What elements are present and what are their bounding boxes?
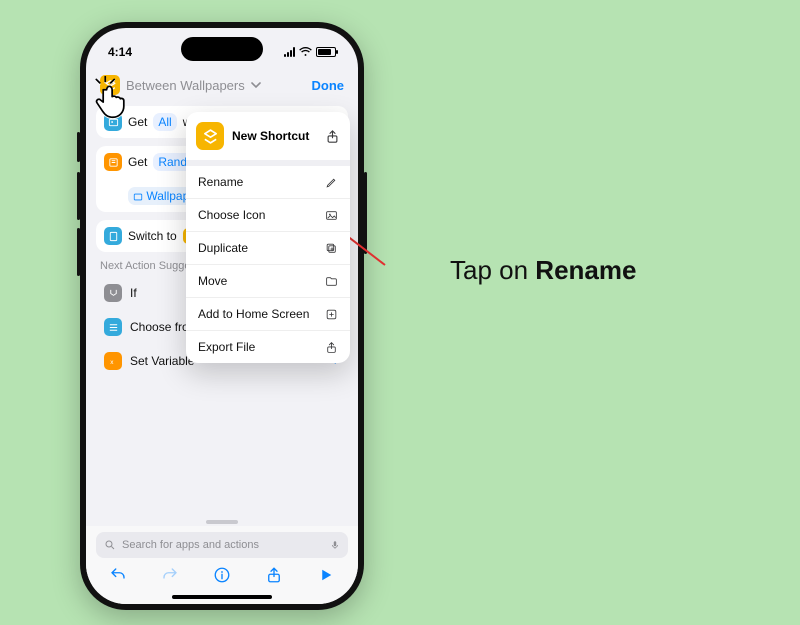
volume-up-button — [77, 172, 80, 220]
wifi-icon — [299, 47, 312, 57]
context-menu-header: New Shortcut — [186, 112, 350, 160]
pencil-icon — [325, 176, 338, 189]
context-menu-label: Move — [198, 274, 227, 288]
status-time: 4:14 — [108, 45, 132, 59]
context-menu-label: Rename — [198, 175, 243, 189]
annotation-target: Rename — [535, 255, 636, 285]
folder-icon — [325, 275, 338, 288]
add-home-icon — [325, 308, 338, 321]
dynamic-island — [181, 37, 263, 61]
annotation-prefix: Tap on — [450, 255, 535, 285]
context-menu-item-choose-icon[interactable]: Choose Icon — [186, 198, 350, 231]
volume-down-button — [77, 228, 80, 276]
power-button — [364, 172, 367, 254]
context-menu-item-duplicate[interactable]: Duplicate — [186, 231, 350, 264]
tap-gesture-icon — [86, 76, 130, 120]
annotation-text: Tap on Rename — [450, 255, 636, 286]
image-icon — [325, 209, 338, 222]
cellular-signal-icon — [284, 47, 295, 57]
shortcut-context-menu: New Shortcut Rename Choose Icon Duplicat… — [186, 112, 350, 363]
duplicate-icon — [325, 242, 338, 255]
mute-switch — [77, 132, 80, 162]
context-menu-item-export[interactable]: Export File — [186, 330, 350, 363]
context-menu-label: Add to Home Screen — [198, 307, 309, 321]
context-menu-label: Choose Icon — [198, 208, 265, 222]
context-menu-item-rename[interactable]: Rename — [186, 166, 350, 198]
context-menu-share-button[interactable] — [325, 129, 340, 144]
export-icon — [325, 341, 338, 354]
context-menu-item-move[interactable]: Move — [186, 264, 350, 297]
context-menu-label: Duplicate — [198, 241, 248, 255]
context-menu-item-add-home[interactable]: Add to Home Screen — [186, 297, 350, 330]
battery-icon — [316, 47, 336, 57]
context-menu-label: Export File — [198, 340, 255, 354]
shortcut-glyph-icon — [196, 122, 224, 150]
context-menu-title: New Shortcut — [232, 129, 317, 143]
